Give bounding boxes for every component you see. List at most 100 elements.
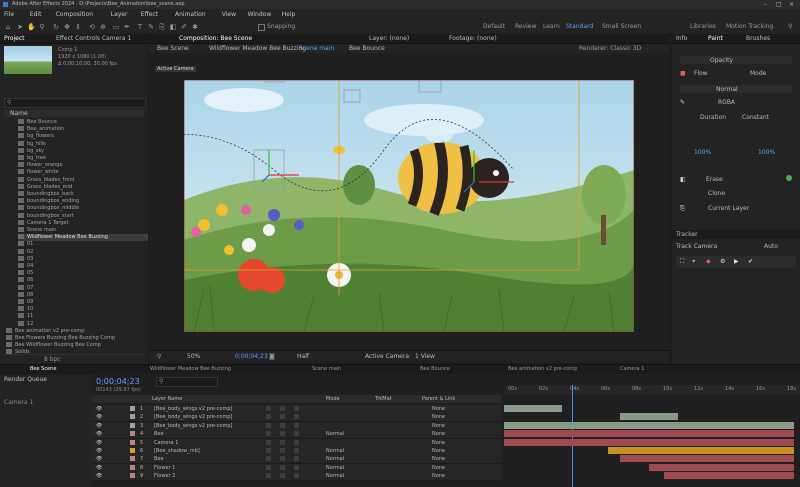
menu-file[interactable]: File: [4, 11, 14, 18]
hand-tool-icon[interactable]: ✋: [27, 23, 36, 31]
orbit-tool-icon[interactable]: ↻: [52, 23, 60, 31]
layer-switch[interactable]: [294, 456, 299, 462]
project-tab[interactable]: Project: [4, 35, 25, 42]
search-help-icon[interactable]: ⚲: [788, 23, 792, 30]
flow-value[interactable]: 100%: [758, 149, 775, 156]
comp-viewer-canvas[interactable]: [184, 80, 634, 332]
project-item[interactable]: boundingbox_back: [18, 191, 148, 198]
project-item[interactable]: Grass_blades_front: [18, 176, 148, 184]
render-queue-tab[interactable]: Render Queue: [4, 376, 47, 383]
project-item[interactable]: 07: [18, 284, 148, 292]
warp-stabilizer-icon[interactable]: ⛶: [680, 258, 684, 266]
project-item[interactable]: Bee Wildflower Buzzing Bee Comp: [6, 342, 136, 349]
project-item[interactable]: 12: [18, 320, 148, 328]
label-color-swatch[interactable]: [130, 414, 135, 420]
col-layer-name[interactable]: Layer Name: [152, 396, 182, 402]
project-item[interactable]: flower_white: [18, 169, 148, 176]
project-item[interactable]: boundingbox_ending: [18, 198, 148, 205]
comp-sub-tab-4[interactable]: Bee Bounce: [349, 45, 385, 52]
rotate-tool-icon[interactable]: ⟲: [88, 23, 96, 31]
workspace-review[interactable]: Review: [515, 23, 536, 30]
menu-effect[interactable]: Effect: [141, 11, 158, 18]
timeline-tab[interactable]: Bee animation v2 pre-comp: [508, 366, 577, 372]
layer-switch[interactable]: [280, 464, 285, 470]
label-color-swatch[interactable]: [130, 439, 135, 445]
stabilize-motion-icon[interactable]: ◆: [706, 258, 711, 265]
menu-composition[interactable]: Composition: [56, 11, 93, 18]
mode-row[interactable]: Normal: [680, 85, 792, 93]
pen-tool-icon[interactable]: ✒: [123, 23, 131, 31]
label-color-swatch[interactable]: [130, 406, 135, 411]
parent-select[interactable]: None: [432, 465, 445, 471]
project-item[interactable]: bg_tree: [18, 155, 148, 162]
foreground-color-swatch[interactable]: ■: [680, 70, 686, 77]
layer-switch[interactable]: [294, 464, 299, 470]
minimize-icon[interactable]: –: [764, 1, 767, 8]
renderer-label[interactable]: Renderer: Classic 3D: [579, 45, 641, 52]
project-item[interactable]: 04: [18, 263, 148, 270]
layer-name[interactable]: Flower 1: [154, 465, 175, 471]
current-time[interactable]: 0;00;04;23: [235, 353, 268, 360]
green-status-icon[interactable]: [786, 175, 792, 181]
zoom-tool-icon[interactable]: ⚲: [38, 23, 46, 31]
comp-sub-tab-1[interactable]: Bee Scene: [157, 45, 189, 52]
layer-tab[interactable]: Layer: (none): [369, 35, 409, 42]
layer-switch[interactable]: [280, 406, 285, 411]
apply-icon[interactable]: ✔: [748, 258, 753, 265]
layer-mode-select[interactable]: Normal: [326, 465, 344, 471]
project-item[interactable]: boundingbox_middle: [18, 205, 148, 212]
col-parent[interactable]: Parent & Link: [422, 396, 455, 402]
layer-duration-bar[interactable]: [504, 405, 562, 412]
effect-controls-tab[interactable]: Effect Controls Camera 1: [56, 35, 131, 42]
clone-source-select[interactable]: Current Layer: [708, 205, 749, 212]
parent-select[interactable]: None: [432, 406, 445, 412]
time-ruler[interactable]: 00s 02s 04s 06s 08s 10s 12s 14s 16s 18s: [504, 385, 800, 395]
layer-duration-bar[interactable]: [663, 472, 794, 480]
timeline-tab[interactable]: Bee Bounce: [420, 366, 450, 372]
comp-tab[interactable]: Composition: Bee Scene: [179, 35, 252, 42]
dolly-tool-icon[interactable]: ⇕: [74, 23, 82, 31]
layer-switch[interactable]: [294, 414, 299, 420]
layer-switch[interactable]: [280, 456, 285, 462]
project-item[interactable]: bg_hills: [18, 140, 148, 148]
visibility-eye-icon[interactable]: 👁: [96, 431, 102, 437]
parent-select[interactable]: None: [432, 414, 445, 420]
layer-duration-bar[interactable]: [620, 413, 678, 421]
label-color-swatch[interactable]: [130, 456, 135, 462]
parent-select[interactable]: None: [432, 448, 445, 454]
timeline-tab[interactable]: Scene main: [312, 366, 341, 372]
project-item[interactable]: 02: [18, 248, 148, 256]
project-item[interactable]: Camera 1 Target: [18, 219, 148, 227]
visibility-eye-icon[interactable]: 👁: [96, 440, 102, 446]
layer-switch[interactable]: [280, 439, 285, 445]
layer-duration-bar[interactable]: [504, 430, 794, 438]
tracker-method-select[interactable]: Auto: [764, 243, 778, 250]
home-icon[interactable]: ⌂: [4, 23, 12, 31]
visibility-eye-icon[interactable]: 👁: [96, 406, 102, 412]
visibility-eye-icon[interactable]: 👁: [96, 465, 102, 471]
project-item[interactable]: 03: [18, 255, 148, 263]
layer-mode-select[interactable]: Normal: [326, 448, 344, 454]
eraser-icon[interactable]: ◧: [680, 176, 686, 183]
parent-select[interactable]: None: [432, 431, 445, 437]
project-item[interactable]: Bee Flowers Buzzing Bee Buzzing Comp: [6, 335, 136, 342]
project-item[interactable]: flower_orange: [18, 162, 148, 169]
layer-name[interactable]: Bee: [154, 431, 164, 437]
project-item[interactable]: 08: [18, 291, 148, 299]
channels-select[interactable]: RGBA: [718, 99, 735, 106]
timeline-tab[interactable]: Bee Scene: [30, 366, 56, 372]
eraser-tool-icon[interactable]: ◧: [169, 23, 177, 31]
roto-brush-tool-icon[interactable]: ✐: [180, 23, 188, 31]
layer-switch[interactable]: [266, 439, 271, 445]
layer-switch[interactable]: [294, 431, 299, 437]
analyze-icon[interactable]: ▶: [734, 258, 739, 265]
layer-duration-bar[interactable]: [608, 447, 794, 454]
bit-depth[interactable]: 8 bpc: [44, 356, 61, 363]
layer-switch[interactable]: [280, 473, 285, 479]
layer-switch[interactable]: [294, 422, 299, 428]
menu-layer[interactable]: Layer: [111, 11, 128, 18]
layer-duration-bar[interactable]: [649, 463, 794, 471]
layer-switch[interactable]: [266, 431, 271, 437]
puppet-tool-icon[interactable]: ✱: [191, 23, 199, 31]
visibility-eye-icon[interactable]: 👁: [96, 456, 102, 462]
